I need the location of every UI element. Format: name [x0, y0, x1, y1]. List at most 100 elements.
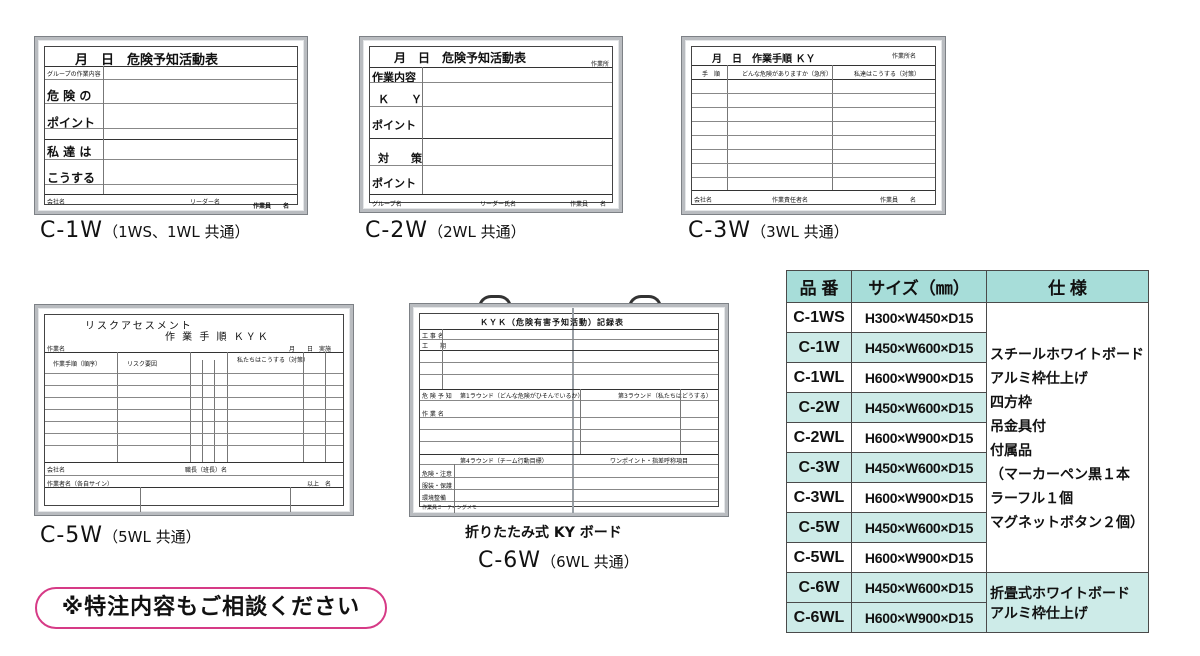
caption-c1w-sub: （1WS、1WL 共通）: [103, 223, 250, 241]
board-c3w-header-2: 私達はこうする（対策）: [854, 71, 921, 78]
board-c3w-footer-mid: 作業責任者名: [772, 197, 809, 204]
board-c3w-frame: 月 日 作業手順 ＫＹ 作業所名 手 順 どんな危険がありますか（急所） 私達は…: [691, 46, 936, 205]
caption-c5w-code: C-5W: [40, 523, 104, 548]
board-c2w: 月 日 危険予知活動表 作業所 作業内容 Ｋ Ｙ ポイント 対 策 ポイント グ…: [359, 36, 623, 213]
spec-size: H450×W600×D15: [851, 572, 987, 603]
board-c1w: 月 日 危険予知活動表 グループの作業内容 危 険 の ポイント 私 達 は こ…: [34, 36, 308, 215]
board-c3w-header-1: どんな危険がありますか（急所）: [742, 71, 833, 78]
board-c2w-footer-left: グループ名: [372, 201, 402, 208]
spec-code: C-2WL: [786, 422, 852, 453]
spec-size: H450×W600×D15: [851, 392, 987, 423]
caption-c3w: C-3W（3WL 共通）: [688, 218, 849, 243]
spec-code: C-5W: [786, 512, 852, 543]
spec-size: H450×W600×D15: [851, 332, 987, 363]
board-c3w-footer-left: 会社名: [694, 197, 713, 204]
spec-header-code: 品 番: [786, 270, 852, 303]
spec-size: H450×W600×D15: [851, 512, 987, 543]
spec-header-spec: 仕 様: [986, 270, 1149, 303]
caption-c5w-sub: （5WL 共通）: [103, 528, 201, 546]
spec-size: H300×W450×D15: [851, 302, 987, 333]
spec-size: H600×W900×D15: [851, 602, 987, 633]
board-c6w-row-label-2: 危 険 予 知: [422, 393, 452, 400]
board-c1w-footer-left: 会社名: [47, 199, 66, 206]
board-c5w: リスクアセスメント 作 業 手 順 ＫＹＫ 作業名 月 日 実施 作業手順（順序…: [34, 304, 354, 516]
board-c5w-col1: 作業手順（順序）: [53, 361, 102, 368]
board-c2w-row-2: ポイント: [372, 119, 416, 132]
board-c1w-footer-mid: リーダー名: [190, 199, 221, 206]
board-c5w-footer-mid: 職長（班長）名: [185, 467, 228, 474]
board-c6w-bottom-row-3: 作業員ミーティングメモ: [422, 505, 477, 511]
caption-c2w-code: C-2W: [365, 218, 429, 243]
board-c1w-frame: 月 日 危険予知活動表 グループの作業内容 危 険 の ポイント 私 達 は こ…: [44, 46, 298, 210]
spec-code: C-6W: [786, 572, 852, 603]
spec-size: H450×W600×D15: [851, 452, 987, 483]
spec-description-steel: スチールホワイトボード アルミ枠仕上げ 四方枠 吊金具付 付属品 （マーカーペン…: [986, 302, 1149, 573]
board-c5w-col2: リスク要因: [127, 361, 158, 368]
spec-size: H600×W900×D15: [851, 482, 987, 513]
board-c3w-header-0: 手 順: [702, 71, 721, 78]
spec-size: H600×W900×D15: [851, 362, 987, 393]
board-c2w-title: 月 日 危険予知活動表: [394, 51, 527, 65]
board-c6w-round3: 第3ラウンド（私たちはどうする）: [618, 393, 712, 400]
board-c2w-frame: 月 日 危険予知活動表 作業所 作業内容 Ｋ Ｙ ポイント 対 策 ポイント グ…: [369, 46, 613, 208]
caption-c6w-code: C-6W: [478, 548, 542, 573]
spec-description-folding: 折畳式ホワイトボード アルミ枠仕上げ: [986, 572, 1149, 633]
spec-line: スチールホワイトボード: [990, 345, 1144, 362]
special-order-notice: ※特注内容もご相談ください: [35, 587, 387, 629]
spec-size: H600×W900×D15: [851, 422, 987, 453]
spec-line: 折畳式ホワイトボード: [990, 584, 1130, 601]
caption-c3w-code: C-3W: [688, 218, 752, 243]
spec-line: （マーカーペン黒１本: [990, 465, 1130, 482]
spec-code: C-2W: [786, 392, 852, 423]
table-row: C-6W H450×W600×D15 折畳式ホワイトボード アルミ枠仕上げ: [786, 572, 1149, 633]
spec-code: C-1WL: [786, 362, 852, 393]
board-c2w-row-4: ポイント: [372, 177, 416, 190]
caption-c1w-code: C-1W: [40, 218, 104, 243]
spec-code: C-5WL: [786, 542, 852, 573]
spec-code: C-3W: [786, 452, 852, 483]
spec-code: C-1W: [786, 332, 852, 363]
spec-line: ラーフル１個: [990, 489, 1074, 506]
board-c1w-row-1: 危 険 の: [47, 89, 92, 103]
board-c5w-footer-left: 会社名: [47, 467, 66, 474]
board-c2w-footer-mid: リーダー氏名: [480, 201, 517, 208]
spec-line: 吊金具付: [990, 417, 1046, 434]
spec-line: マグネットボタン２個）: [990, 513, 1144, 530]
board-c2w-row-3: 対 策: [378, 152, 422, 165]
board-c3w-title: 月 日 作業手順 ＫＹ: [712, 54, 816, 65]
board-c5w-title2: 作 業 手 順 ＫＹＫ: [165, 332, 270, 343]
board-c1w-footer-right: 作業員 名: [253, 203, 290, 210]
caption-c5w: C-5W（5WL 共通）: [40, 523, 201, 548]
board-c6w-frame: ＫＹＫ（危険有害予知活動）記録表 工 事 名 工 期 危 険 予 知 第1ラウン…: [419, 308, 719, 513]
board-c5w-frame: リスクアセスメント 作 業 手 順 ＫＹＫ 作業名 月 日 実施 作業手順（順序…: [44, 314, 344, 512]
board-c1w-row-0: グループの作業内容: [47, 71, 101, 78]
board-c6w-label: 折りたたみ式 KY ボード: [465, 525, 622, 541]
board-c5w-col3: 私たちはこうする（対策）: [237, 357, 310, 364]
caption-c6w-sub: （6WL 共通）: [541, 553, 639, 571]
spec-code: C-1WS: [786, 302, 852, 333]
caption-c2w: C-2W（2WL 共通）: [365, 218, 526, 243]
spec-line: 四方枠: [990, 393, 1032, 410]
board-c6w-round1: 第1ラウンド（どんな危険がひそんでいるか）: [460, 393, 584, 400]
board-c6w: ＫＹＫ（危険有害予知活動）記録表 工 事 名 工 期 危 険 予 知 第1ラウン…: [409, 303, 729, 517]
board-c3w-footer-right: 作業員 名: [880, 197, 917, 204]
spec-code: C-6WL: [786, 602, 852, 633]
spec-table: 品 番 サイズ（㎜） 仕 様 C-1WS H300×W450×D15 スチールホ…: [786, 270, 1149, 633]
spec-header-size: サイズ（㎜）: [851, 270, 987, 303]
board-c3w-corner: 作業所名: [892, 53, 917, 60]
caption-c3w-sub: （3WL 共通）: [751, 223, 849, 241]
board-c2w-footer-right: 作業員 名: [570, 201, 607, 208]
board-c2w-row-1: Ｋ Ｙ: [378, 93, 422, 106]
spec-code: C-3WL: [786, 482, 852, 513]
spec-line: アルミ枠仕上げ: [990, 604, 1088, 621]
board-c1w-row-3: 私 達 は: [47, 145, 92, 159]
caption-c2w-sub: （2WL 共通）: [428, 223, 526, 241]
spec-size: H600×W900×D15: [851, 542, 987, 573]
caption-c6w: C-6W（6WL 共通）: [478, 548, 639, 573]
spec-line: 付属品: [990, 441, 1032, 458]
board-c6w-title: ＫＹＫ（危険有害予知活動）記録表: [480, 318, 624, 327]
board-c3w: 月 日 作業手順 ＫＹ 作業所名 手 順 どんな危険がありますか（急所） 私達は…: [681, 36, 946, 215]
caption-c1w: C-1W（1WS、1WL 共通）: [40, 218, 249, 243]
spec-table-header: 品 番 サイズ（㎜） 仕 様: [786, 270, 1149, 303]
spec-line: アルミ枠仕上げ: [990, 369, 1088, 386]
